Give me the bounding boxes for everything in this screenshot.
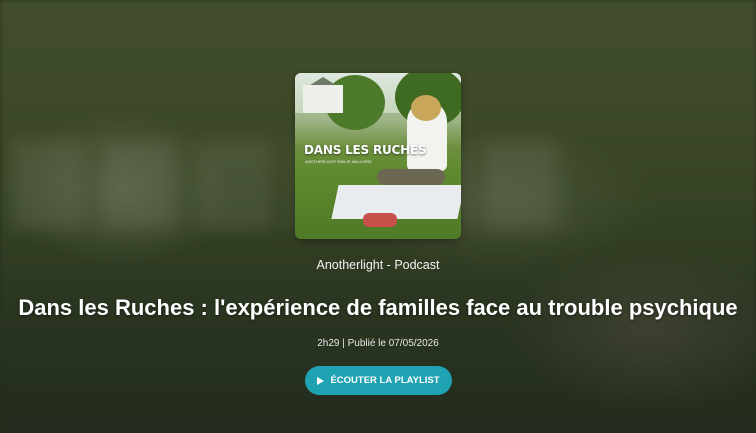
- podcast-meta: 2h29 | Publié le 07/05/2026: [317, 338, 439, 349]
- podcast-cover[interactable]: DANS LES RUCHES ANOTHERLIGHT ÉMILIE MALL…: [295, 73, 461, 239]
- play-playlist-label: ÉCOUTER LA PLAYLIST: [330, 375, 440, 386]
- play-icon: [317, 376, 325, 385]
- page-title: Dans les Ruches : l'expérience de famill…: [18, 295, 738, 320]
- cover-subtitle: ANOTHERLIGHT ÉMILIE MALLORIE: [305, 159, 372, 164]
- play-playlist-button[interactable]: ÉCOUTER LA PLAYLIST: [305, 366, 452, 395]
- cover-title: DANS LES RUCHES: [304, 143, 427, 157]
- podcast-header: DANS LES RUCHES ANOTHERLIGHT ÉMILIE MALL…: [0, 0, 756, 433]
- channel-name[interactable]: Anotherlight - Podcast: [0, 258, 756, 272]
